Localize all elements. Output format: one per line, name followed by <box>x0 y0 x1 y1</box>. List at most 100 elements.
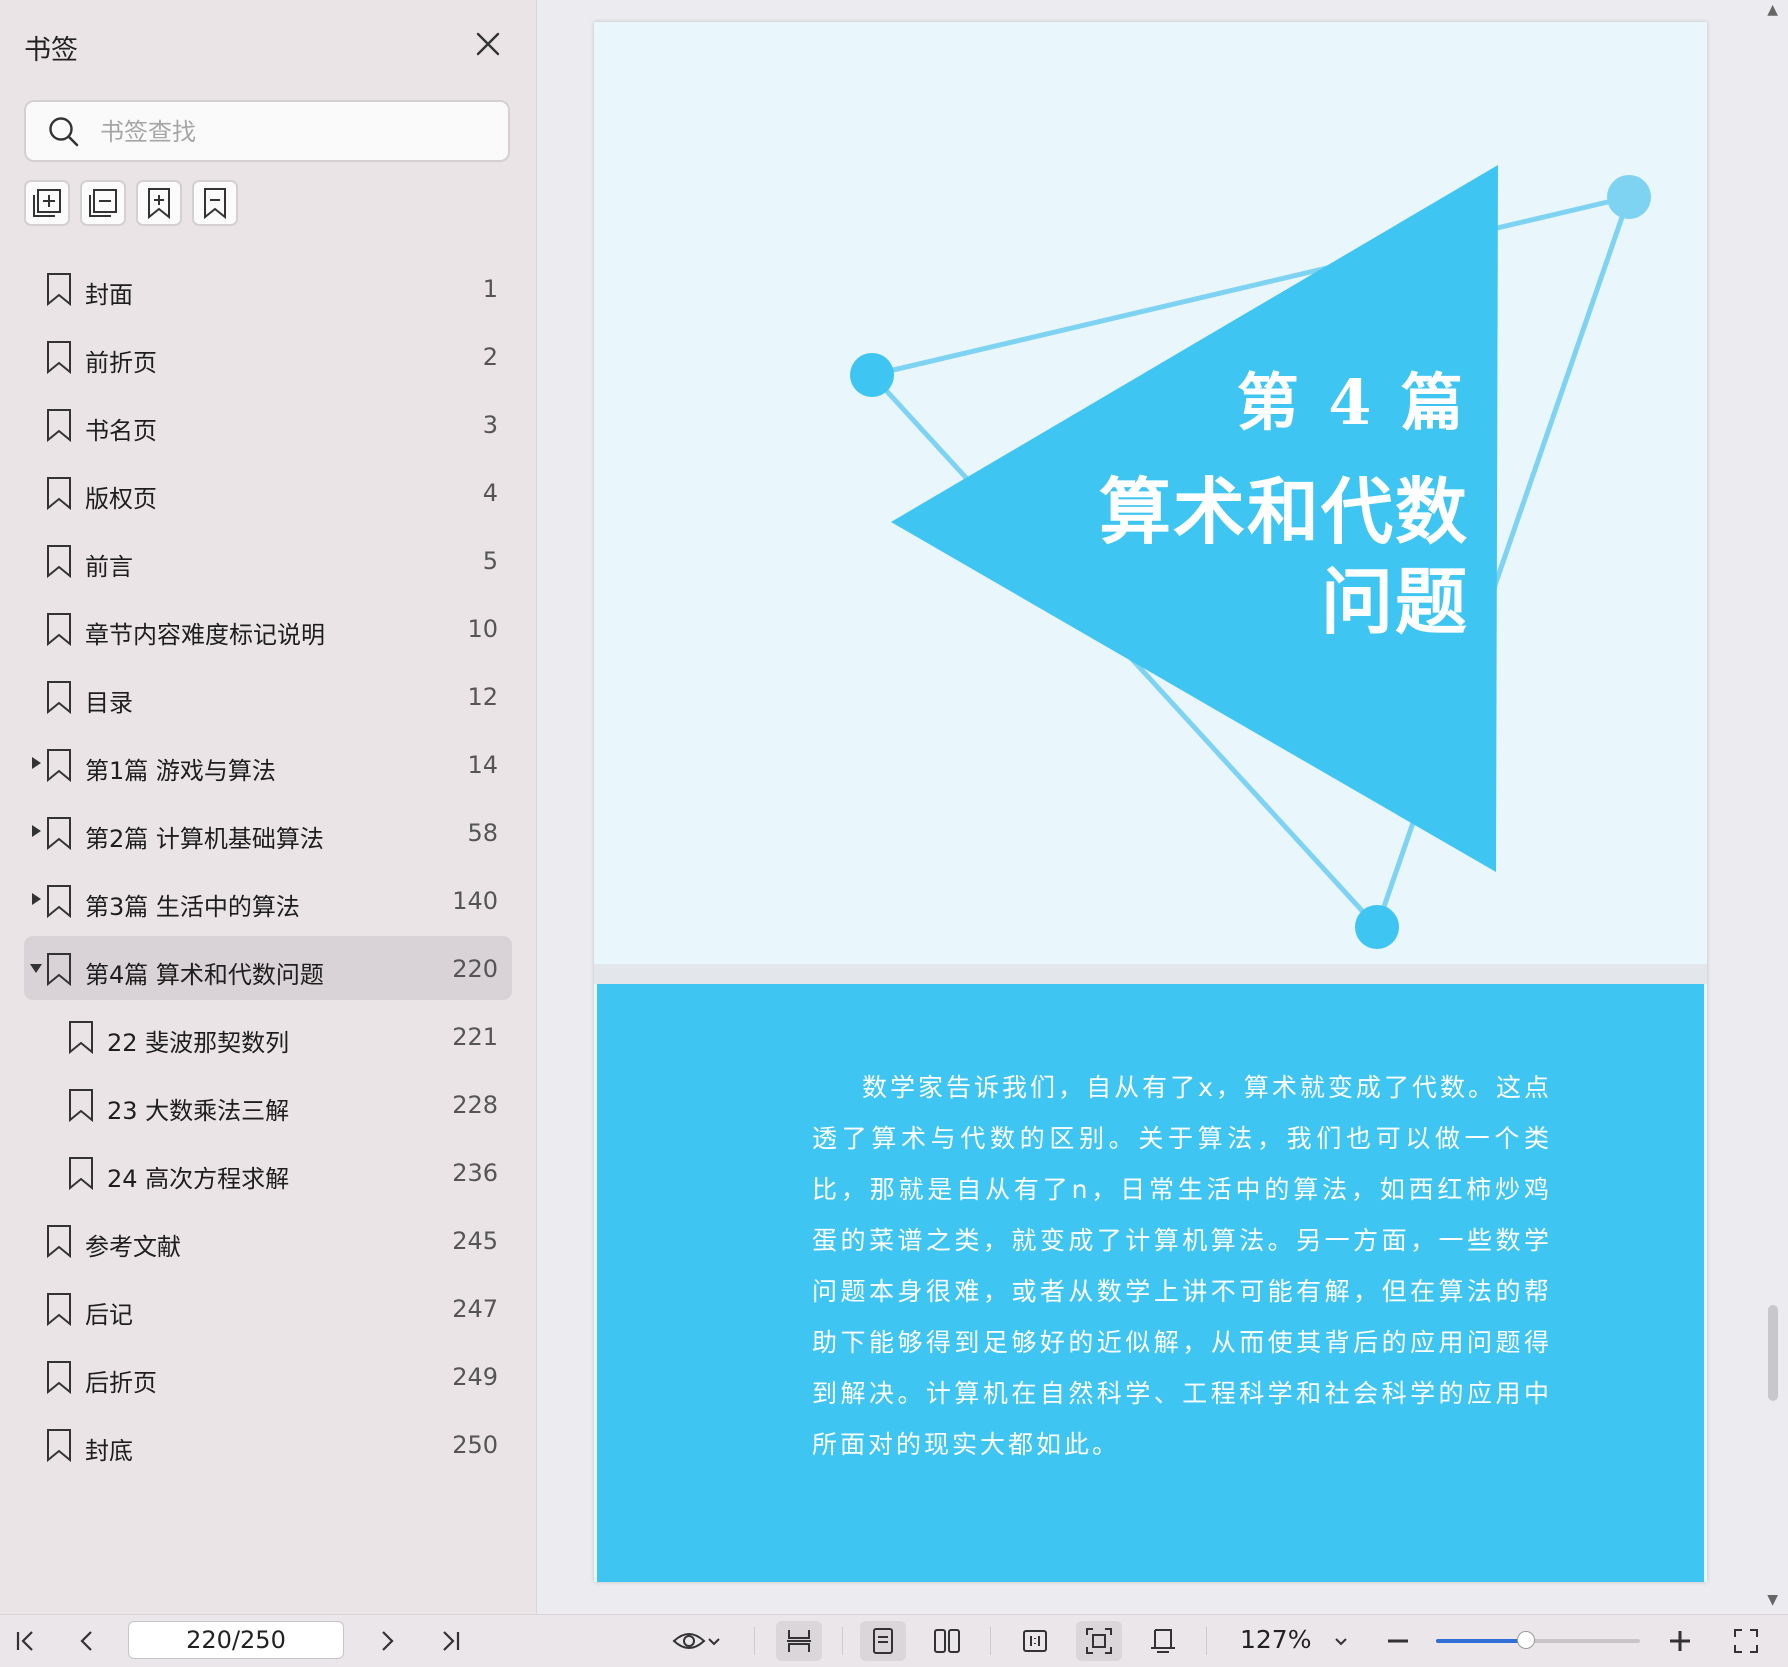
bookmark-item[interactable]: 前言 5 <box>24 528 512 592</box>
bookmark-label: 24 高次方程求解 <box>107 1165 290 1193</box>
bookmark-icon <box>44 1360 74 1398</box>
part-heading: 第 4 篇 <box>1236 366 1467 439</box>
bookmark-label: 23 大数乘法三解 <box>107 1097 290 1125</box>
part-title: 算术和代数 问题 <box>1049 467 1469 647</box>
bookmark-list: 封面 1 前折页 2 书名页 3 版权页 4 前言 5 章节内容难度标记说明 10 目录 12 第1篇 游戏… <box>24 256 512 1480</box>
bookmark-item[interactable]: 24 高次方程求解 236 <box>24 1140 512 1204</box>
bookmark-label: 第1篇 游戏与算法 <box>85 757 276 785</box>
pdf-page: 第 4 篇 算术和代数 问题 数学家告诉我们，自从有了x，算术就变成了代数。这点… <box>594 22 1707 1582</box>
bookmark-icon <box>44 952 74 990</box>
chevron-down-icon <box>1335 1638 1347 1646</box>
actual-size-button[interactable] <box>1012 1621 1058 1661</box>
page-number-input[interactable]: 220/250 <box>128 1621 344 1659</box>
collapse-toggle-icon[interactable] <box>30 964 42 973</box>
add-bookmark-icon <box>148 188 170 220</box>
continuous-scroll-button[interactable] <box>776 1621 822 1661</box>
previous-page-button[interactable] <box>68 1621 106 1661</box>
two-page-button[interactable] <box>924 1621 970 1661</box>
single-page-button[interactable] <box>860 1621 906 1661</box>
remove-bookmark-button[interactable] <box>192 180 238 226</box>
bookmark-label: 第3篇 生活中的算法 <box>85 893 300 921</box>
bookmark-item[interactable]: 22 斐波那契数列 221 <box>24 1004 512 1068</box>
bookmark-page-number: 249 <box>452 1363 498 1391</box>
bookmark-label: 封底 <box>85 1437 133 1465</box>
zoom-slider[interactable] <box>1436 1631 1640 1649</box>
toolbar-divider <box>990 1627 991 1655</box>
bookmark-label: 目录 <box>85 689 133 717</box>
bookmark-page-number: 140 <box>452 887 498 915</box>
fit-width-button[interactable] <box>1140 1621 1186 1661</box>
add-bookmark-button[interactable] <box>136 180 182 226</box>
decor-dot <box>1355 905 1399 949</box>
bookmark-page-number: 5 <box>482 547 498 575</box>
expand-toggle-icon[interactable] <box>32 757 41 769</box>
zoom-dropdown-button[interactable] <box>1326 1621 1356 1661</box>
bookmark-page-number: 12 <box>467 683 498 711</box>
part-title-line: 算术和代数 <box>1098 469 1469 554</box>
bookmark-icon <box>44 544 74 582</box>
bookmark-label: 章节内容难度标记说明 <box>85 621 325 649</box>
part-title-line: 问题 <box>1320 559 1469 644</box>
bookmark-item[interactable]: 后折页 249 <box>24 1344 512 1408</box>
bookmark-icon <box>66 1156 96 1194</box>
zoom-slider-fill <box>1436 1639 1526 1643</box>
bookmark-label: 后折页 <box>85 1369 157 1397</box>
bookmark-label: 22 斐波那契数列 <box>107 1029 290 1057</box>
bookmark-item[interactable]: 版权页 4 <box>24 460 512 524</box>
first-page-button[interactable] <box>6 1621 44 1661</box>
view-mode-button[interactable] <box>664 1621 730 1661</box>
chevron-left-icon <box>80 1631 92 1651</box>
toolbar-divider <box>842 1627 843 1655</box>
collapse-all-icon <box>89 189 117 217</box>
bookmark-item[interactable]: 后记 247 <box>24 1276 512 1340</box>
fit-width-icon <box>1151 1629 1175 1653</box>
bookmark-item[interactable]: 第1篇 游戏与算法 14 <box>24 732 512 796</box>
zoom-level[interactable]: 127% <box>1240 1625 1311 1654</box>
document-view[interactable]: 第 4 篇 算术和代数 问题 数学家告诉我们，自从有了x，算术就变成了代数。这点… <box>537 0 1788 1614</box>
zoom-in-button[interactable] <box>1662 1621 1698 1661</box>
zoom-out-button[interactable] <box>1380 1621 1416 1661</box>
bookmark-item[interactable]: 封面 1 <box>24 256 512 320</box>
scroll-down-arrow[interactable]: ▼ <box>1767 1592 1778 1608</box>
expand-all-icon <box>33 189 61 217</box>
bookmark-icon <box>44 408 74 446</box>
expand-all-button[interactable] <box>24 180 70 226</box>
minus-icon <box>1388 1639 1408 1643</box>
bookmark-label: 前言 <box>85 553 133 581</box>
next-page-button[interactable] <box>368 1621 406 1661</box>
bookmark-icon <box>66 1020 96 1058</box>
bookmark-item[interactable]: 参考文献 245 <box>24 1208 512 1272</box>
bookmark-item[interactable]: 第2篇 计算机基础算法 58 <box>24 800 512 864</box>
expand-toggle-icon[interactable] <box>32 893 41 905</box>
bookmark-item[interactable]: 目录 12 <box>24 664 512 728</box>
actual-size-icon <box>1023 1630 1047 1652</box>
vertical-scrollbar[interactable] <box>1768 1305 1778 1401</box>
fullscreen-button[interactable] <box>1726 1621 1766 1661</box>
bookmark-label: 封面 <box>85 281 133 309</box>
bookmark-item[interactable]: 第4篇 算术和代数问题 220 <box>24 936 512 1000</box>
bookmark-item[interactable]: 第3篇 生活中的算法 140 <box>24 868 512 932</box>
bookmark-item[interactable]: 23 大数乘法三解 228 <box>24 1072 512 1136</box>
scroll-up-arrow[interactable]: ▲ <box>1767 2 1778 18</box>
bookmark-icon <box>44 680 74 718</box>
last-page-icon <box>443 1631 460 1651</box>
bookmark-search-box[interactable] <box>24 100 510 162</box>
bookmark-search-input[interactable] <box>98 110 482 154</box>
close-icon[interactable] <box>470 26 506 62</box>
decor-dot <box>1607 175 1651 219</box>
fit-page-button[interactable] <box>1076 1621 1122 1661</box>
bookmark-page-number: 4 <box>482 479 498 507</box>
bookmark-item[interactable]: 书名页 3 <box>24 392 512 456</box>
zoom-slider-handle[interactable] <box>1516 1631 1535 1649</box>
last-page-button[interactable] <box>432 1621 470 1661</box>
bookmark-item[interactable]: 封底 250 <box>24 1412 512 1476</box>
bookmark-item[interactable]: 章节内容难度标记说明 10 <box>24 596 512 660</box>
chevron-down-icon <box>708 1638 720 1646</box>
expand-toggle-icon[interactable] <box>32 825 41 837</box>
bookmark-icon <box>66 1088 96 1126</box>
bookmark-page-number: 3 <box>482 411 498 439</box>
bookmark-label: 参考文献 <box>85 1233 181 1261</box>
bookmark-icon <box>44 272 74 310</box>
collapse-all-button[interactable] <box>80 180 126 226</box>
bookmark-item[interactable]: 前折页 2 <box>24 324 512 388</box>
